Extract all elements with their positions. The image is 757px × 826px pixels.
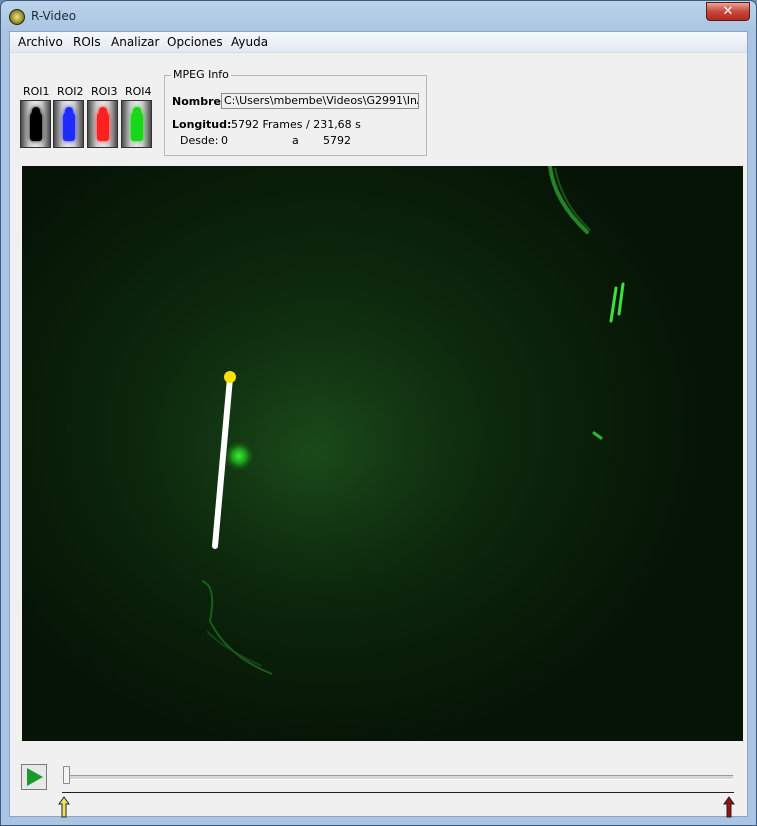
end-marker-icon[interactable]	[723, 796, 735, 818]
file-name-field[interactable]: C:\Users\mbembe\Videos\G2991\InAs_(	[221, 93, 419, 109]
mpeg-info-group: MPEG Info Nombre: C:\Users\mbembe\Videos…	[164, 68, 427, 156]
menu-opciones[interactable]: Opciones	[167, 35, 223, 49]
length-value: 5792 Frames / 231,68 s	[231, 118, 361, 131]
title-bar[interactable]: R-Video ✕	[1, 1, 756, 31]
length-label: Longitud:	[172, 118, 232, 131]
roi1-label: ROI1	[23, 85, 50, 98]
client-area: Archivo ROIs Analizar Opciones Ayuda ROI…	[9, 31, 748, 818]
roi3-label: ROI3	[91, 85, 118, 98]
measure-endpoint[interactable]	[224, 371, 236, 383]
to-value: 5792	[323, 134, 351, 147]
roi3-thumbnail[interactable]	[87, 100, 118, 148]
roi2-thumbnail[interactable]	[53, 100, 84, 148]
roi1-marker	[30, 111, 42, 141]
roi4-thumbnail[interactable]	[121, 100, 152, 148]
fiber-right-2	[617, 282, 625, 316]
roi3-marker	[97, 111, 109, 141]
roi1-thumbnail[interactable]	[20, 100, 51, 148]
seek-track[interactable]	[66, 775, 733, 780]
name-label: Nombre:	[172, 95, 226, 108]
roi2-marker	[63, 111, 75, 141]
app-window: R-Video ✕ Archivo ROIs Analizar Opciones…	[0, 0, 757, 826]
particle-glow	[223, 440, 255, 472]
start-marker-icon[interactable]	[58, 796, 70, 818]
app-icon	[9, 9, 25, 25]
background-haze	[82, 266, 542, 646]
video-content	[82, 166, 625, 675]
close-button[interactable]: ✕	[706, 2, 750, 21]
menu-ayuda[interactable]: Ayuda	[231, 35, 268, 49]
menu-analizar[interactable]: Analizar	[111, 35, 159, 49]
video-frame[interactable]	[22, 166, 743, 741]
roi4-label: ROI4	[125, 85, 152, 98]
menu-rois[interactable]: ROIs	[73, 35, 101, 49]
from-value: 0	[221, 134, 228, 147]
roi4-marker	[131, 111, 143, 141]
roi2-label: ROI2	[57, 85, 84, 98]
window-title: R-Video	[31, 9, 77, 23]
range-line	[62, 792, 734, 793]
mpeg-info-title: MPEG Info	[171, 68, 231, 81]
play-button[interactable]	[21, 764, 47, 790]
speck-right	[592, 431, 603, 440]
to-label: a	[292, 134, 299, 147]
seek-thumb[interactable]	[63, 766, 70, 784]
from-label: Desde:	[180, 134, 219, 147]
playback-controls	[10, 762, 747, 818]
menu-bar: Archivo ROIs Analizar Opciones Ayuda	[10, 32, 747, 53]
fiber-right-1	[609, 286, 618, 323]
menu-archivo[interactable]: Archivo	[18, 35, 63, 49]
